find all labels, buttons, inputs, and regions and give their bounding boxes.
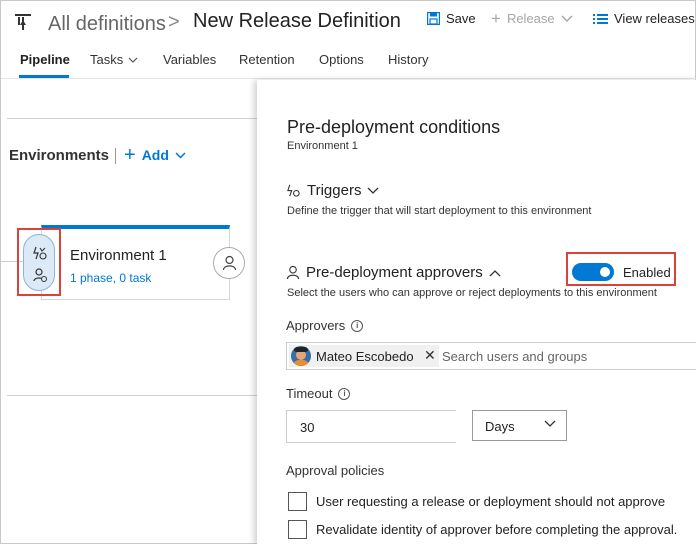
- policy-checkbox-row[interactable]: Revalidate identity of approver before c…: [288, 520, 677, 539]
- page-title[interactable]: New Release Definition: [193, 10, 401, 33]
- active-tab-indicator: [19, 75, 69, 78]
- save-button[interactable]: Save: [427, 11, 476, 26]
- toggle-knob: [600, 267, 610, 277]
- approvers-section-toggle[interactable]: Pre-deployment approvers: [286, 264, 501, 281]
- plus-icon: +: [491, 9, 501, 28]
- user-icon: [286, 265, 300, 280]
- environment-name: Environment 1: [70, 247, 167, 264]
- canvas-divider: [7, 118, 257, 119]
- lightning-trigger-icon: [287, 184, 300, 197]
- chevron-down-icon: [175, 151, 186, 159]
- close-icon[interactable]: ✕: [424, 347, 436, 364]
- save-icon: [427, 12, 440, 25]
- triggers-label: Triggers: [307, 182, 362, 199]
- add-label: Add: [141, 147, 169, 163]
- tab-retention[interactable]: Retention: [239, 52, 295, 67]
- timeout-unit-select[interactable]: Days: [472, 410, 567, 441]
- user-icon: [222, 255, 237, 271]
- pre-deployment-conditions-panel: Pre-deployment conditions Environment 1 …: [257, 80, 696, 544]
- tab-tasks[interactable]: Tasks: [90, 52, 138, 67]
- add-environment-button[interactable]: + Add: [124, 144, 186, 166]
- approvers-search-input[interactable]: Search users and groups: [442, 349, 587, 364]
- chevron-down-icon: [544, 420, 556, 427]
- plus-icon: +: [124, 144, 136, 166]
- triggers-description: Define the trigger that will start deplo…: [287, 205, 592, 217]
- approvers-field-label: Approvers i: [286, 318, 364, 333]
- tab-tasks-label: Tasks: [90, 52, 124, 67]
- policy-checkbox-row[interactable]: User requesting a release or deployment …: [288, 492, 665, 511]
- list-icon: [593, 13, 608, 24]
- view-releases-label: View releases: [614, 11, 695, 26]
- info-icon[interactable]: i: [351, 319, 364, 332]
- policy-checkbox[interactable]: [288, 520, 307, 539]
- tab-variables[interactable]: Variables: [163, 52, 216, 67]
- toggle-label: Enabled: [623, 265, 671, 280]
- tab-bar: Pipeline Tasks Variables Retention Optio…: [1, 45, 696, 79]
- approver-name: Mateo Escobedo: [316, 348, 414, 364]
- timeout-field-label: Timeout i: [286, 386, 351, 401]
- environment-card[interactable]: Environment 1 1 phase, 0 task: [41, 225, 230, 300]
- chevron-up-icon: [489, 269, 501, 276]
- header: All definitions > New Release Definition…: [1, 1, 696, 45]
- tab-options[interactable]: Options: [319, 52, 364, 67]
- timeout-value: 30: [300, 420, 315, 435]
- approvers-section-description: Select the users who can approve or reje…: [287, 287, 657, 299]
- post-deployment-conditions-button[interactable]: [213, 247, 245, 279]
- timeout-input[interactable]: 30: [286, 410, 456, 443]
- tab-pipeline[interactable]: Pipeline: [20, 52, 70, 67]
- chevron-down-icon: [128, 57, 138, 63]
- tab-history[interactable]: History: [388, 52, 428, 67]
- save-label: Save: [446, 11, 476, 26]
- release-pipeline-icon: [15, 14, 31, 30]
- approvers-picker[interactable]: Mateo Escobedo ✕ Search users and groups: [286, 342, 696, 370]
- approvers-enabled-toggle[interactable]: [572, 263, 614, 281]
- panel-title: Pre-deployment conditions: [287, 117, 501, 137]
- timeout-label: Timeout: [286, 386, 333, 401]
- release-label: Release: [506, 11, 555, 26]
- avatar: [291, 346, 311, 366]
- policy-label: User requesting a release or deployment …: [316, 494, 666, 509]
- policy-checkbox[interactable]: [288, 492, 307, 511]
- release-button[interactable]: + Release: [491, 9, 573, 28]
- panel-subtitle: Environment 1: [287, 140, 358, 152]
- highlight-box: [17, 228, 61, 296]
- policy-label: Revalidate identity of approver before c…: [316, 522, 678, 537]
- triggers-section-toggle[interactable]: Triggers: [286, 182, 379, 199]
- approver-chip: Mateo Escobedo ✕: [289, 345, 439, 367]
- breadcrumb-separator: >: [168, 11, 180, 33]
- environment-summary-link[interactable]: 1 phase, 0 task: [70, 271, 151, 285]
- header-divider: [115, 148, 116, 164]
- info-icon[interactable]: i: [338, 387, 351, 400]
- approvers-section-label: Pre-deployment approvers: [306, 264, 483, 281]
- chevron-down-icon: [368, 187, 379, 194]
- approval-policies-heading: Approval policies: [286, 463, 385, 478]
- view-releases-button[interactable]: View releases: [593, 11, 695, 26]
- approvers-label: Approvers: [286, 318, 346, 333]
- breadcrumb-all-definitions[interactable]: All definitions: [48, 13, 166, 36]
- canvas-divider: [7, 395, 257, 396]
- chevron-down-icon: [561, 15, 573, 22]
- timeout-unit-value: Days: [485, 419, 515, 434]
- environments-heading: Environments: [9, 147, 110, 164]
